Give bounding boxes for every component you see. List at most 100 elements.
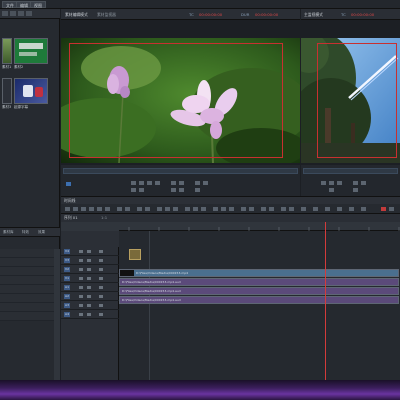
source-scrub-bar[interactable]	[63, 168, 298, 174]
bin-tool-icon[interactable]	[18, 11, 24, 16]
ripple-icon[interactable]	[89, 207, 94, 211]
track-header-a1[interactable]: A1	[61, 283, 119, 292]
source-monitor-title[interactable]: 素材编辑模式	[65, 12, 88, 18]
transport-icon[interactable]	[179, 188, 184, 192]
snap-icon[interactable]	[81, 207, 86, 211]
timeline-tool-icon[interactable]	[213, 207, 218, 211]
sequence-tab[interactable]: 序列 01	[64, 215, 78, 221]
source-mark-icon[interactable]	[66, 182, 71, 186]
link-icon[interactable]	[145, 207, 150, 211]
timeline-tool-icon[interactable]	[281, 207, 286, 211]
eye-icon[interactable]	[87, 259, 91, 262]
audio-clip[interactable]: D:\Files\Videos\Media\000153.mp4.aud	[119, 296, 399, 304]
audio-icon[interactable]	[165, 207, 170, 211]
list-item[interactable]	[0, 285, 54, 294]
timeline-tool-icon[interactable]	[313, 207, 318, 211]
marker-icon[interactable]	[157, 207, 162, 211]
lock-icon[interactable]	[79, 286, 83, 289]
tab-fx[interactable]: 特效	[22, 230, 29, 235]
sync-icon[interactable]	[99, 250, 103, 253]
track-header-v3[interactable]: V3	[61, 256, 119, 265]
title-clip[interactable]	[129, 249, 141, 260]
timeline-tool-icon[interactable]	[193, 207, 198, 211]
slide-icon[interactable]	[105, 207, 110, 211]
timeline-tool-icon[interactable]	[361, 207, 366, 211]
track-header-v2[interactable]: V2	[61, 265, 119, 274]
speaker-icon[interactable]	[87, 286, 91, 289]
redo-icon[interactable]	[125, 207, 130, 211]
list-item[interactable]	[0, 249, 54, 258]
play-icon[interactable]	[329, 181, 334, 185]
track-header-v1[interactable]: V1	[61, 274, 119, 283]
mark-in-icon[interactable]	[353, 181, 358, 185]
timeline-tool-icon[interactable]	[241, 207, 246, 211]
list-item[interactable]	[0, 267, 54, 276]
audio-clip[interactable]: D:\Files\Videos\Media\000153.mp4.aud	[119, 278, 399, 286]
step-back-icon[interactable]	[139, 181, 144, 185]
timeline-ruler[interactable]	[119, 222, 400, 231]
sync-icon[interactable]	[99, 268, 103, 271]
lock-icon[interactable]	[79, 250, 83, 253]
list-scrollbar[interactable]	[54, 249, 60, 384]
insert-icon[interactable]	[195, 181, 200, 185]
tab-effects[interactable]: 效果	[38, 230, 45, 235]
mark-in-icon[interactable]	[171, 181, 176, 185]
transport-icon[interactable]	[353, 188, 358, 192]
slip-icon[interactable]	[97, 207, 102, 211]
lock-icon[interactable]	[79, 268, 83, 271]
bin-tool-icon[interactable]	[10, 11, 16, 16]
bin-thumb-1[interactable]	[2, 38, 12, 64]
transport-icon[interactable]	[139, 188, 144, 192]
sync-icon[interactable]	[99, 277, 103, 280]
rewind-icon[interactable]	[321, 181, 326, 185]
sync-icon[interactable]	[99, 295, 103, 298]
transport-icon[interactable]	[131, 188, 136, 192]
lock-icon[interactable]	[79, 259, 83, 262]
list-item[interactable]	[0, 276, 54, 285]
sync-icon[interactable]	[99, 286, 103, 289]
menu-view[interactable]: 视图	[30, 1, 46, 8]
lock-icon[interactable]	[79, 313, 83, 316]
zoom-icon[interactable]	[137, 207, 142, 211]
timeline-tool-icon[interactable]	[389, 207, 394, 211]
transport-icon[interactable]	[171, 188, 176, 192]
list-item[interactable]	[0, 312, 54, 321]
video-icon[interactable]	[173, 207, 178, 211]
timeline-tool-icon[interactable]	[289, 207, 294, 211]
step-forward-icon[interactable]	[337, 181, 342, 185]
record-icon[interactable]	[381, 207, 386, 211]
sync-icon[interactable]	[99, 259, 103, 262]
lock-icon[interactable]	[79, 277, 83, 280]
track-header-a3[interactable]: A3	[61, 301, 119, 310]
bin-thumb-4[interactable]	[14, 78, 48, 104]
track-header-v4[interactable]: V4	[61, 247, 119, 256]
track-header-a2[interactable]: A2	[61, 292, 119, 301]
tab-library[interactable]: 素材库	[3, 230, 14, 235]
speaker-icon[interactable]	[87, 304, 91, 307]
timeline-tool-icon[interactable]	[349, 207, 354, 211]
timeline-tool-icon[interactable]	[261, 207, 266, 211]
timeline-tool-icon[interactable]	[249, 207, 254, 211]
timeline-tool-icon[interactable]	[185, 207, 190, 211]
overwrite-icon[interactable]	[203, 181, 208, 185]
timeline-tool-icon[interactable]	[301, 207, 306, 211]
bin-thumb-2[interactable]	[14, 38, 48, 64]
timeline-tool-icon[interactable]	[229, 207, 234, 211]
record-monitor-title[interactable]: 主监视模式	[304, 12, 323, 18]
timeline-tool-icon[interactable]	[269, 207, 274, 211]
undo-icon[interactable]	[117, 207, 122, 211]
eye-icon[interactable]	[87, 268, 91, 271]
sync-icon[interactable]	[99, 304, 103, 307]
eye-icon[interactable]	[87, 277, 91, 280]
speaker-icon[interactable]	[87, 313, 91, 316]
zoom-value[interactable]: 1:1	[101, 215, 107, 220]
bin-tool-icon[interactable]	[26, 11, 32, 16]
timeline-tracks[interactable]: D:\Files\Videos\Media\000153.mp4 D:\File…	[119, 231, 400, 380]
step-forward-icon[interactable]	[155, 181, 160, 185]
razor-tool-icon[interactable]	[73, 207, 78, 211]
mark-out-icon[interactable]	[179, 181, 184, 185]
list-item[interactable]	[0, 303, 54, 312]
playhead[interactable]	[325, 222, 326, 380]
audio-clip[interactable]: D:\Files\Videos\Media\000153.mp4.aud	[119, 287, 399, 295]
transport-icon[interactable]	[329, 188, 334, 192]
